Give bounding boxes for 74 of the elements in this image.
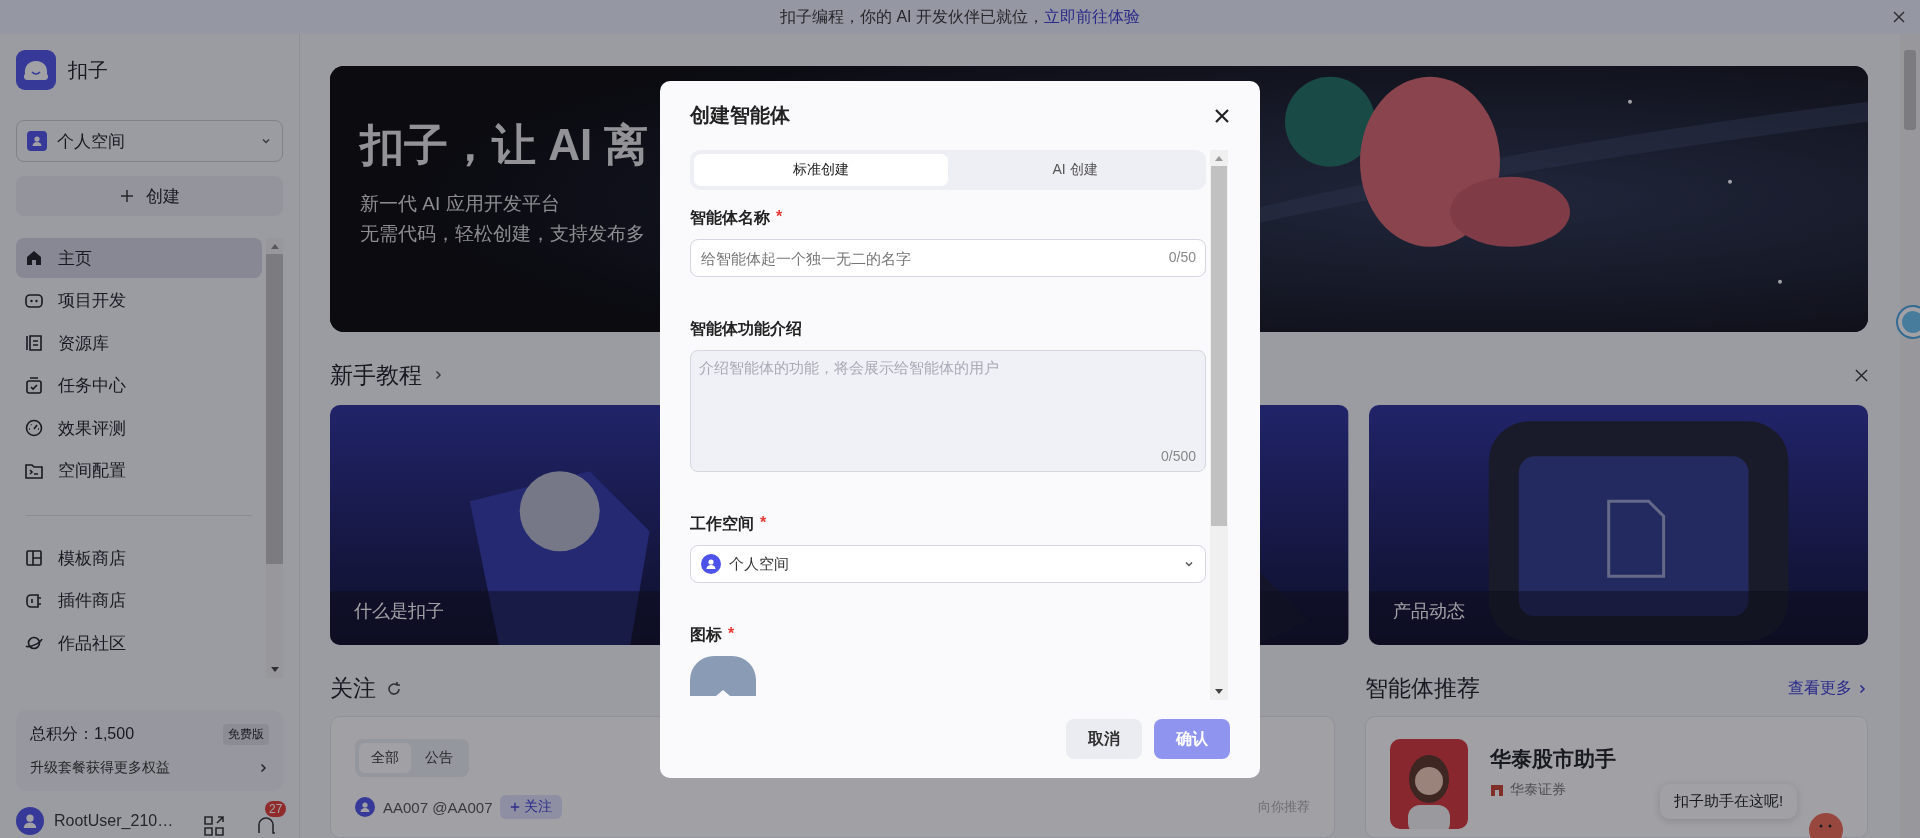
required-mark: * <box>776 208 783 227</box>
field-label: 智能体功能介绍 <box>690 319 802 339</box>
hero-subtitle: 无需代码，轻松创建，支持发布多 <box>360 222 646 246</box>
assistant-bubble[interactable]: 扣子助手在这呢! <box>1660 784 1798 819</box>
char-counter: 0/500 <box>1160 448 1196 464</box>
nav-item[interactable]: 效果评测 <box>16 408 262 448</box>
refresh-icon[interactable] <box>386 680 402 697</box>
gauge-icon <box>24 418 44 438</box>
logo-icon <box>16 50 56 90</box>
book-icon <box>24 333 44 353</box>
brand-name: 扣子 <box>68 57 108 83</box>
scroll-up-icon[interactable] <box>269 242 280 250</box>
scan-icon[interactable] <box>203 815 225 837</box>
hero-title: 扣子，让 AI 离 <box>360 119 649 171</box>
upgrade-link[interactable]: 升级套餐获得更多权益 <box>30 759 170 777</box>
scroll-down-icon[interactable] <box>269 666 280 674</box>
mode-tab[interactable]: 标准创建 <box>694 154 948 186</box>
close-icon[interactable] <box>1214 107 1230 124</box>
layout-icon <box>24 548 44 568</box>
scrollbar[interactable] <box>1900 34 1920 838</box>
user-avatar <box>16 807 44 835</box>
user-icon <box>27 131 47 151</box>
user-avatar <box>355 797 375 817</box>
points-total: 总积分：1,500 <box>30 724 135 744</box>
section-title: 新手教程 <box>330 360 422 390</box>
user-icon <box>701 554 721 574</box>
plus-icon <box>510 802 521 812</box>
card-title: 产品动态 <box>1392 600 1465 623</box>
mascot-icon[interactable] <box>1808 812 1844 838</box>
publisher-name: 华泰证券 <box>1510 781 1567 799</box>
nav-item[interactable]: 空间配置 <box>16 450 262 491</box>
field-label: 工作空间 <box>690 514 754 534</box>
account-name[interactable]: AA007 @AA007 <box>383 798 493 816</box>
nav-item[interactable]: 作品社区 <box>16 623 262 663</box>
section-title: 智能体推荐 <box>1365 674 1481 703</box>
scroll-down-icon[interactable] <box>1214 688 1224 696</box>
nav-item[interactable]: 主页 <box>16 238 262 278</box>
notification-badge: 27 <box>265 801 287 817</box>
try-now-link[interactable]: 立即前往体验 <box>1044 7 1140 25</box>
nav-item[interactable]: 插件商店 <box>16 580 262 621</box>
agent-avatar-icon[interactable] <box>690 656 756 696</box>
nav-item[interactable]: 项目开发 <box>16 280 262 321</box>
workspace-select[interactable]: 个人空间 <box>16 120 283 162</box>
dialog-title: 创建智能体 <box>690 103 790 128</box>
scrollbar[interactable] <box>266 238 283 678</box>
section-title: 关注 <box>330 674 376 703</box>
filter-tab[interactable]: 公告 <box>413 743 465 773</box>
home-icon <box>24 248 44 268</box>
create-button[interactable]: 创建 <box>16 176 283 216</box>
see-more-link[interactable]: 查看更多 <box>1788 678 1868 699</box>
nav-item[interactable]: 模板商店 <box>16 538 262 578</box>
hero-subtitle: 新一代 AI 应用开发平台 <box>360 192 561 216</box>
mode-tab[interactable]: AI 创建 <box>948 154 1202 186</box>
nav-item[interactable]: 资源库 <box>16 323 262 363</box>
field-label: 智能体名称 <box>690 208 770 228</box>
plan-badge: 免费版 <box>223 724 269 745</box>
shop-icon <box>1490 783 1505 797</box>
plus-icon <box>119 189 134 203</box>
user-name[interactable]: RootUser_210… <box>54 812 193 830</box>
agent-name: 华泰股市助手 <box>1490 746 1617 772</box>
required-mark: * <box>728 625 735 644</box>
card-title: 什么是扣子 <box>354 600 444 623</box>
required-mark: * <box>760 514 767 533</box>
char-counter: 0/50 <box>1168 249 1196 265</box>
clipboard-check-icon <box>24 375 44 396</box>
scroll-up-icon[interactable] <box>1214 154 1224 162</box>
announcement-text: 扣子编程，你的 AI 开发伙伴已就位，立即前往体验 <box>780 6 1140 27</box>
filter-tab[interactable]: 全部 <box>359 743 411 773</box>
cancel-button[interactable]: 取消 <box>1066 719 1142 759</box>
scrollbar[interactable] <box>1210 150 1228 700</box>
follow-button[interactable]: 关注 <box>500 795 563 819</box>
workspace-select[interactable]: 个人空间 <box>690 545 1206 583</box>
field-label: 图标 <box>690 625 722 645</box>
nav-item[interactable]: 任务中心 <box>16 365 262 406</box>
